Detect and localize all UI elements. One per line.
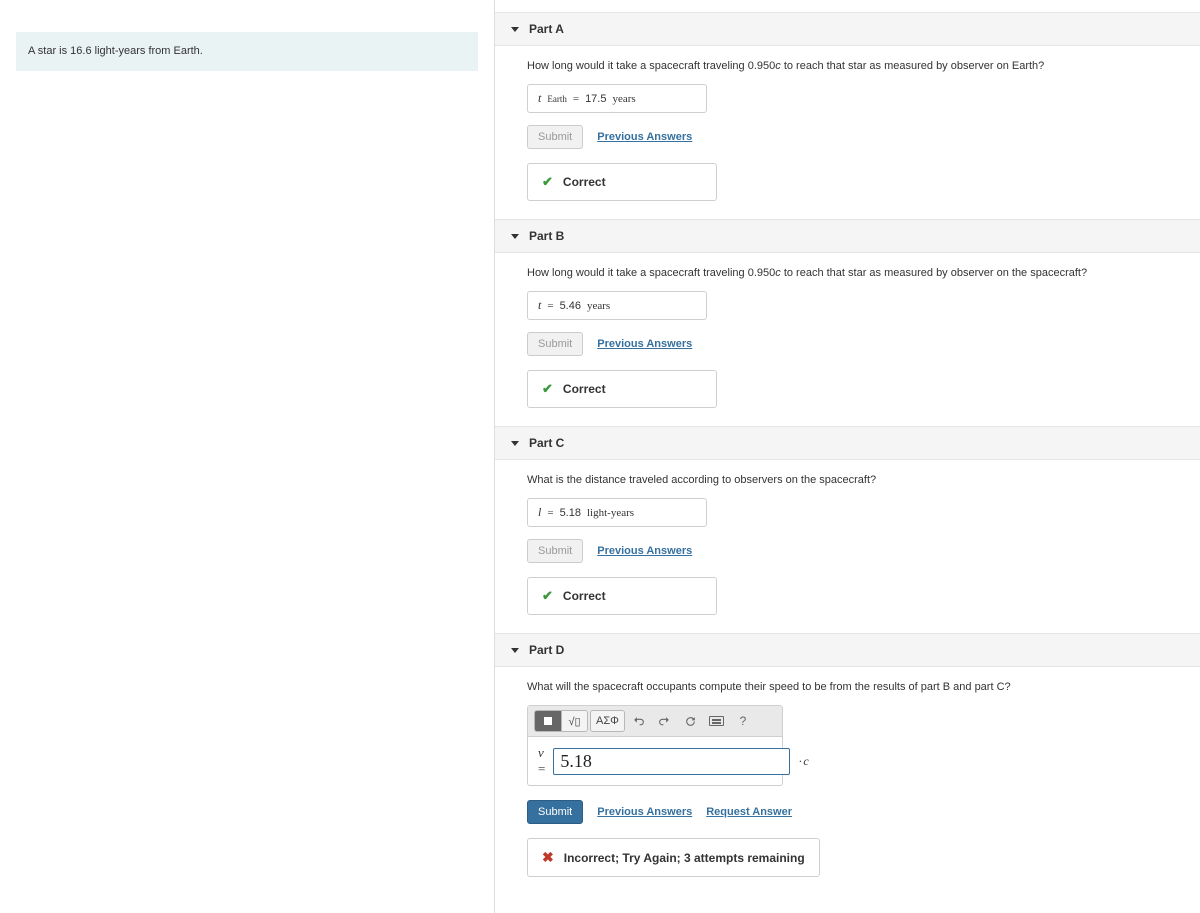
sqrt-button[interactable]: √▯: [561, 711, 587, 731]
answer-unit: years: [612, 93, 635, 105]
answer-subscript: Earth: [547, 94, 567, 104]
part-a-title: Part A: [529, 22, 564, 36]
templates-button[interactable]: [535, 711, 561, 731]
problem-intro: A star is 16.6 light-years from Earth.: [16, 32, 478, 71]
part-a-answer: t Earth = 17.5 years: [527, 84, 707, 113]
undo-icon: [632, 715, 645, 728]
part-c-header[interactable]: Part C: [495, 426, 1200, 460]
greek-button[interactable]: ΑΣΦ: [591, 711, 624, 731]
part-d-title: Part D: [529, 643, 564, 657]
answer-value: 5.46: [560, 300, 581, 312]
editor-toolbar: √▯ ΑΣΦ: [528, 706, 782, 737]
prompt-text: to reach that star as measured by observ…: [781, 267, 1087, 279]
template-rect-icon: [542, 715, 554, 727]
part-c-prompt: What is the distance traveled according …: [527, 474, 1184, 486]
answer-eq: =: [547, 300, 553, 312]
answer-variable: v =: [538, 745, 545, 777]
submit-button: Submit: [527, 539, 583, 563]
chevron-down-icon: [511, 441, 519, 446]
answer-unit: years: [587, 300, 610, 312]
submit-button[interactable]: Submit: [527, 800, 583, 824]
part-d-header[interactable]: Part D: [495, 633, 1200, 667]
previous-answers-link[interactable]: Previous Answers: [597, 806, 692, 818]
previous-answers-link[interactable]: Previous Answers: [597, 338, 692, 350]
part-b-answer: t = 5.46 years: [527, 291, 707, 320]
template-group: √▯: [534, 710, 588, 732]
previous-answers-link[interactable]: Previous Answers: [597, 131, 692, 143]
check-icon: [542, 174, 553, 190]
part-d-feedback: Incorrect; Try Again; 3 attempts remaini…: [527, 838, 820, 877]
answer-variable: t: [538, 298, 541, 313]
prompt-text: How long would it take a spacecraft trav…: [527, 267, 775, 279]
submit-button: Submit: [527, 125, 583, 149]
check-icon: [542, 381, 553, 397]
part-a-prompt: How long would it take a spacecraft trav…: [527, 60, 1184, 72]
feedback-text: Correct: [563, 382, 606, 396]
previous-answers-link[interactable]: Previous Answers: [597, 545, 692, 557]
reset-icon: [684, 715, 697, 728]
expression-editor: √▯ ΑΣΦ: [527, 705, 783, 786]
chevron-down-icon: [511, 648, 519, 653]
undo-button[interactable]: [627, 711, 651, 731]
part-a-feedback: Correct: [527, 163, 717, 201]
redo-icon: [658, 715, 671, 728]
part-b-prompt: How long would it take a spacecraft trav…: [527, 267, 1184, 279]
part-d-prompt: What will the spacecraft occupants compu…: [527, 681, 1184, 693]
feedback-text: Incorrect; Try Again; 3 attempts remaini…: [564, 851, 805, 865]
answer-value: 5.18: [560, 507, 581, 519]
greek-group: ΑΣΦ: [590, 710, 625, 732]
part-b-header[interactable]: Part B: [495, 219, 1200, 253]
expression-input[interactable]: [553, 748, 790, 775]
feedback-text: Correct: [563, 175, 606, 189]
answer-eq: =: [573, 93, 579, 105]
part-a-header[interactable]: Part A: [495, 12, 1200, 46]
prompt-text: to reach that star as measured by observ…: [781, 60, 1045, 72]
redo-button[interactable]: [653, 711, 677, 731]
keyboard-icon: [709, 716, 724, 726]
answer-value: 17.5: [585, 93, 606, 105]
keyboard-button[interactable]: [705, 711, 729, 731]
answer-variable: l: [538, 505, 541, 520]
prompt-text: How long would it take a spacecraft trav…: [527, 60, 775, 72]
feedback-text: Correct: [563, 589, 606, 603]
chevron-down-icon: [511, 234, 519, 239]
submit-button: Submit: [527, 332, 583, 356]
part-c-feedback: Correct: [527, 577, 717, 615]
reset-button[interactable]: [679, 711, 703, 731]
part-c-title: Part C: [529, 436, 564, 450]
chevron-down-icon: [511, 27, 519, 32]
part-c-answer: l = 5.18 light-years: [527, 498, 707, 527]
part-b-title: Part B: [529, 229, 564, 243]
part-b-feedback: Correct: [527, 370, 717, 408]
check-icon: [542, 588, 553, 604]
cross-icon: [542, 849, 554, 866]
answer-eq: =: [547, 507, 553, 519]
answer-unit: c: [798, 754, 810, 769]
help-button[interactable]: ?: [731, 711, 755, 731]
request-answer-link[interactable]: Request Answer: [706, 806, 792, 818]
answer-variable: t: [538, 91, 541, 106]
answer-unit: light-years: [587, 507, 634, 519]
